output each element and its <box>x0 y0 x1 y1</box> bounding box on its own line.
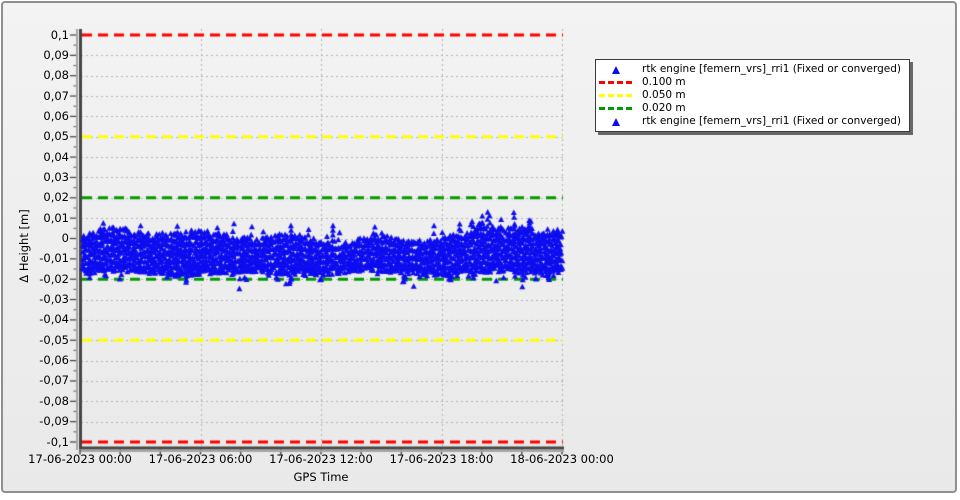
y-tick-label: 0,1 <box>50 27 69 42</box>
y-tick-label: -0,07 <box>39 373 69 388</box>
legend-item: rtk engine [femern_vrs]_rri1 (Fixed or c… <box>598 63 901 76</box>
x-tick-label: 17-06-2023 18:00 <box>389 452 494 466</box>
chart-window: Δ Height [m] 0,1 0,09 0,08 0,07 0,06 0,05 0,04… <box>0 0 960 500</box>
legend: rtk engine [femern_vrs]_rri1 (Fixed or c… <box>595 59 910 132</box>
y-tick-label: 0,01 <box>43 210 69 225</box>
x-tick-label: 17-06-2023 12:00 <box>269 452 373 466</box>
y-tick-label: -0,03 <box>39 292 69 307</box>
y-tick-label: 0,03 <box>43 169 69 184</box>
legend-item-label: rtk engine [femern_vrs]_rri1 (Fixed or c… <box>642 63 901 75</box>
dashed-line-icon <box>599 107 633 110</box>
y-tick-label: 0,09 <box>43 47 69 62</box>
x-tick-label: 18-06-2023 00:00 <box>510 452 614 466</box>
legend-swatch-line <box>598 94 634 97</box>
y-tick-label: -0,1 <box>46 434 69 449</box>
x-tick-label: 17-06-2023 06:00 <box>148 452 253 466</box>
y-tick-label: -0,09 <box>39 414 69 429</box>
legend-item-label: 0.050 m <box>642 89 686 101</box>
legend-item: rtk engine [femern_vrs]_rri1 (Fixed or c… <box>598 115 901 128</box>
legend-swatch-line <box>598 107 634 110</box>
chart-panel: Δ Height [m] 0,1 0,09 0,08 0,07 0,06 0,05 0,04… <box>1 1 957 493</box>
legend-item: 0.020 m <box>598 102 901 115</box>
y-tick-label: 0,06 <box>43 108 69 123</box>
x-axis-title: GPS Time <box>293 470 349 484</box>
y-tick-label: -0,01 <box>39 251 69 266</box>
y-tick-label: 0,04 <box>43 149 69 164</box>
triangle-marker-icon <box>612 65 620 74</box>
legend-item-label: rtk engine [femern_vrs]_rri1 (Fixed or c… <box>642 115 901 127</box>
y-tick-label: 0 <box>61 231 69 245</box>
legend-swatch-triangle <box>598 65 634 74</box>
y-tick-label: 0,05 <box>43 129 69 144</box>
y-tick-label: -0,02 <box>39 271 69 286</box>
y-tick-label: -0,06 <box>39 353 69 368</box>
y-tick-label: 0,02 <box>43 190 69 205</box>
y-tick-label: -0,04 <box>39 312 69 327</box>
legend-item: 0.050 m <box>598 89 901 102</box>
legend-swatch-triangle <box>598 117 634 126</box>
y-tick-label: 0,08 <box>43 68 69 83</box>
dashed-line-icon <box>599 81 633 84</box>
legend-item-label: 0.020 m <box>642 102 686 114</box>
dashed-line-icon <box>599 94 633 97</box>
legend-swatch-line <box>598 81 634 84</box>
triangle-marker-icon <box>612 117 620 126</box>
y-tick-label: -0,05 <box>39 332 69 347</box>
y-tick-label: -0,08 <box>39 393 69 408</box>
y-tick-label: 0,07 <box>43 88 69 103</box>
legend-item-label: 0.100 m <box>642 76 686 88</box>
x-tick-label: 17-06-2023 00:00 <box>28 452 132 466</box>
legend-item: 0.100 m <box>598 76 901 89</box>
